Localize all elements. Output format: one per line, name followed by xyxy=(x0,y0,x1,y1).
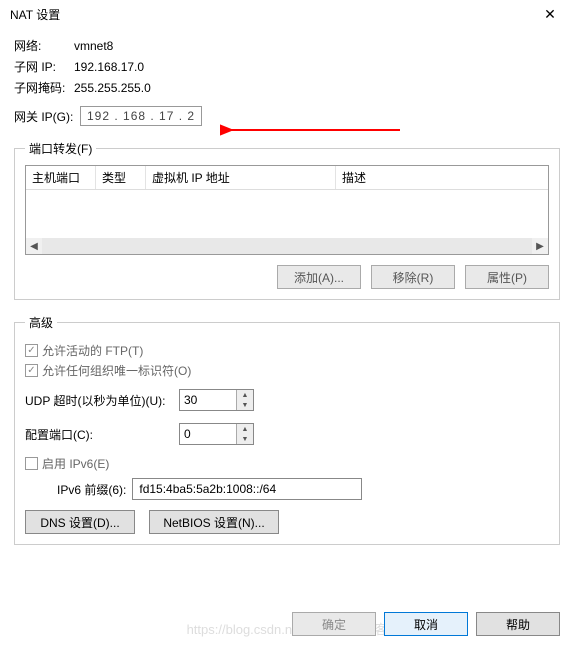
ipv6-enable-checkbox[interactable]: ✓ xyxy=(25,457,38,470)
gateway-ip-input[interactable]: 192 . 168 . 17 . 2 xyxy=(80,106,202,126)
ipv6-prefix-label: IPv6 前缀(6): xyxy=(57,481,126,498)
scroll-right-icon[interactable]: ▶ xyxy=(532,238,548,254)
port-forward-legend: 端口转发(F) xyxy=(25,140,96,157)
subnet-ip-value: 192.168.17.0 xyxy=(74,60,144,74)
udp-timeout-input[interactable] xyxy=(180,390,236,410)
config-port-input[interactable] xyxy=(180,424,236,444)
cancel-button[interactable]: 取消 xyxy=(384,612,468,636)
org-label: 允许任何组织唯一标识符(O) xyxy=(42,362,191,379)
dns-settings-button[interactable]: DNS 设置(D)... xyxy=(25,510,135,534)
scroll-track[interactable] xyxy=(42,238,532,254)
col-description[interactable]: 描述 xyxy=(336,166,548,189)
subnet-ip-label: 子网 IP: xyxy=(14,58,74,75)
config-port-stepper[interactable]: ▲▼ xyxy=(179,423,254,445)
col-host-port[interactable]: 主机端口 xyxy=(26,166,96,189)
table-body xyxy=(26,190,548,238)
udp-timeout-stepper[interactable]: ▲▼ xyxy=(179,389,254,411)
port-forward-group: 端口转发(F) 主机端口 类型 虚拟机 IP 地址 描述 ◀ ▶ 添加(A)..… xyxy=(14,140,560,300)
remove-button[interactable]: 移除(R) xyxy=(371,265,455,289)
udp-timeout-label: UDP 超时(以秒为单位)(U): xyxy=(25,392,175,409)
ftp-checkbox[interactable]: ✓ xyxy=(25,344,38,357)
network-label: 网络: xyxy=(14,37,74,54)
spin-up-icon[interactable]: ▲ xyxy=(237,424,253,434)
port-forward-table[interactable]: 主机端口 类型 虚拟机 IP 地址 描述 ◀ ▶ xyxy=(25,165,549,255)
advanced-legend: 高级 xyxy=(25,314,57,331)
netbios-settings-button[interactable]: NetBIOS 设置(N)... xyxy=(149,510,279,534)
advanced-group: 高级 ✓ 允许活动的 FTP(T) ✓ 允许任何组织唯一标识符(O) UDP 超… xyxy=(14,314,560,545)
horizontal-scrollbar[interactable]: ◀ ▶ xyxy=(26,238,548,254)
add-button[interactable]: 添加(A)... xyxy=(277,265,361,289)
properties-button[interactable]: 属性(P) xyxy=(465,265,549,289)
scroll-left-icon[interactable]: ◀ xyxy=(26,238,42,254)
subnet-mask-label: 子网掩码: xyxy=(14,79,74,96)
close-icon[interactable]: ✕ xyxy=(538,6,562,23)
gateway-ip-label: 网关 IP(G): xyxy=(14,108,80,125)
window-title: NAT 设置 xyxy=(10,6,60,23)
org-checkbox[interactable]: ✓ xyxy=(25,364,38,377)
ok-button[interactable]: 确定 xyxy=(292,612,376,636)
col-type[interactable]: 类型 xyxy=(96,166,146,189)
subnet-mask-value: 255.255.255.0 xyxy=(74,81,151,95)
spin-down-icon[interactable]: ▼ xyxy=(237,434,253,444)
spin-down-icon[interactable]: ▼ xyxy=(237,400,253,410)
network-value: vmnet8 xyxy=(74,39,113,53)
help-button[interactable]: 帮助 xyxy=(476,612,560,636)
col-vm-ip[interactable]: 虚拟机 IP 地址 xyxy=(146,166,336,189)
ftp-label: 允许活动的 FTP(T) xyxy=(42,342,143,359)
ipv6-prefix-input[interactable]: fd15:4ba5:5a2b:1008::/64 xyxy=(132,478,362,500)
ipv6-enable-label: 启用 IPv6(E) xyxy=(42,455,109,472)
config-port-label: 配置端口(C): xyxy=(25,426,175,443)
spin-up-icon[interactable]: ▲ xyxy=(237,390,253,400)
